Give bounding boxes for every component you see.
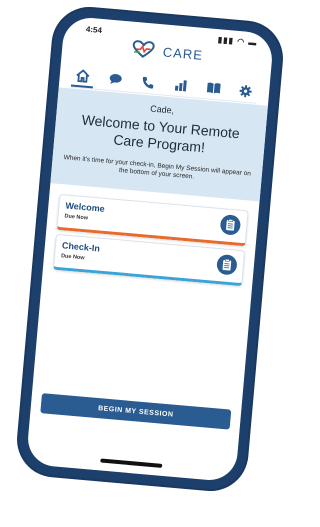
home-indicator[interactable]: [100, 458, 163, 468]
tab-calls[interactable]: [136, 71, 160, 93]
home-icon: [76, 68, 90, 83]
task-title: Check-In: [61, 240, 101, 254]
tab-settings[interactable]: [234, 80, 258, 102]
tab-library[interactable]: [202, 77, 226, 99]
welcome-subtitle: When it's time for your check-in, Begin …: [63, 154, 252, 181]
phone-frame: 4:54 ▮▮▮ ◠ ▬ CARE Cade, Welcome to Your …: [16, 5, 284, 493]
tab-messages[interactable]: [104, 68, 128, 90]
chat-icon: [109, 74, 122, 84]
task-title: Welcome: [65, 200, 106, 214]
brand-name: CARE: [162, 43, 204, 63]
clipboard-icon[interactable]: [216, 253, 238, 276]
task-due: Due Now: [64, 213, 89, 222]
status-indicators: ▮▮▮ ◠ ▬: [217, 35, 258, 48]
app-screen: 4:54 ▮▮▮ ◠ ▬ CARE Cade, Welcome to Your …: [25, 15, 275, 483]
begin-session-button[interactable]: BEGIN MY SESSION: [40, 393, 232, 430]
clipboard-icon[interactable]: [219, 214, 242, 236]
task-due: Due Now: [60, 253, 85, 262]
tab-home[interactable]: [70, 64, 95, 89]
heart-logo-icon: [132, 40, 155, 58]
book-icon: [206, 82, 221, 94]
status-time: 4:54: [85, 24, 103, 35]
phone-icon: [143, 76, 154, 89]
bar-chart-icon: [174, 80, 187, 92]
tab-progress[interactable]: [169, 74, 193, 96]
gear-icon: [240, 84, 253, 97]
welcome-banner: Cade, Welcome to Your Remote Care Progra…: [50, 87, 268, 202]
